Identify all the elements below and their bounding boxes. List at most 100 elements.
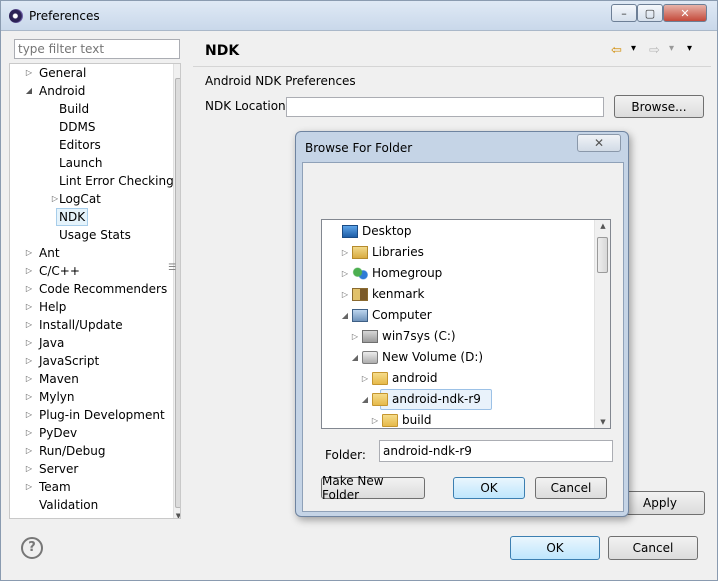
home-icon xyxy=(352,267,368,280)
eclipse-app-icon xyxy=(9,9,23,23)
expanded-arrow-icon[interactable]: ◢ xyxy=(340,305,350,326)
tree-item-label: Validation xyxy=(39,498,99,512)
scroll-up-arrow-icon[interactable]: ▲ xyxy=(595,222,610,230)
collapsed-arrow-icon[interactable]: ▷ xyxy=(360,368,370,389)
libs-icon xyxy=(352,246,368,259)
help-icon[interactable]: ? xyxy=(21,537,43,559)
tree-item-label: JavaScript xyxy=(39,354,100,368)
collapsed-arrow-icon[interactable]: ▷ xyxy=(24,64,34,82)
expanded-arrow-icon[interactable]: ◢ xyxy=(360,389,370,410)
back-dropdown-icon[interactable]: ▾ xyxy=(631,43,636,54)
splitter-grip-icon[interactable]: ☰ xyxy=(168,263,176,273)
tree-item-label: Ant xyxy=(39,246,60,260)
drive-icon xyxy=(362,351,378,364)
collapsed-arrow-icon[interactable]: ▷ xyxy=(24,244,34,262)
collapsed-arrow-icon[interactable]: ▷ xyxy=(24,478,34,496)
expanded-arrow-icon[interactable]: ◢ xyxy=(24,82,34,100)
collapsed-arrow-icon[interactable]: ▷ xyxy=(24,388,34,406)
folder-tree-scrollbar[interactable]: ▲ ▼ xyxy=(594,220,610,428)
tree-item-label: DDMS xyxy=(59,120,96,134)
folder-item-new-volume-d[interactable]: ◢ New Volume (D:) xyxy=(322,347,594,368)
dialog-cancel-button[interactable]: Cancel xyxy=(535,477,607,499)
make-new-folder-button[interactable]: Make New Folder xyxy=(321,474,425,502)
tree-item-label: NDK xyxy=(56,208,89,226)
collapsed-arrow-icon[interactable]: ▷ xyxy=(24,316,34,334)
browse-button[interactable]: Browse... xyxy=(614,95,704,118)
folder-scrollbar-thumb[interactable] xyxy=(597,237,608,273)
folder-item-desktop[interactable]: Desktop xyxy=(322,221,594,242)
folder-item-android-ndk-r9[interactable]: ◢ android-ndk-r9 xyxy=(322,389,594,410)
window-title: Preferences xyxy=(29,9,100,23)
ok-button[interactable]: OK xyxy=(510,536,600,560)
collapsed-arrow-icon[interactable]: ▷ xyxy=(24,334,34,352)
tree-item-label: General xyxy=(39,66,87,80)
tree-item-label: C/C++ xyxy=(39,264,80,278)
tree-item-label: Code Recommenders xyxy=(39,282,168,296)
tree-item-label: Maven xyxy=(39,372,79,386)
folder-input[interactable]: android-ndk-r9 xyxy=(379,440,613,462)
title-bar[interactable]: Preferences – ▢ ✕ xyxy=(1,1,717,31)
scroll-down-arrow-icon[interactable]: ▼ xyxy=(595,418,610,426)
tree-item-label: Editors xyxy=(59,138,101,152)
ndk-location-label: NDK Location xyxy=(205,99,286,113)
collapsed-arrow-icon[interactable]: ▷ xyxy=(24,298,34,316)
folder-item-kenmark[interactable]: ▷ kenmark xyxy=(322,284,594,305)
collapsed-arrow-icon[interactable]: ▷ xyxy=(24,460,34,478)
view-menu-icon[interactable]: ▾ xyxy=(687,43,692,54)
folder-item-win7sys-c[interactable]: ▷ win7sys (C:) xyxy=(322,326,594,347)
forward-dropdown-icon[interactable]: ▾ xyxy=(669,43,674,54)
folder-icon xyxy=(372,372,388,385)
collapsed-arrow-icon[interactable]: ▷ xyxy=(350,326,360,347)
collapsed-arrow-icon[interactable]: ▷ xyxy=(24,262,34,280)
tree-item-label: PyDev xyxy=(39,426,78,440)
filter-input[interactable] xyxy=(14,39,180,59)
dialog-ok-button[interactable]: OK xyxy=(453,477,525,499)
ndk-location-input[interactable] xyxy=(286,97,604,117)
collapsed-arrow-icon[interactable]: ▷ xyxy=(340,242,350,263)
page-title: NDK xyxy=(205,43,240,59)
collapsed-arrow-icon[interactable]: ▷ xyxy=(24,442,34,460)
collapsed-arrow-icon[interactable]: ▷ xyxy=(24,370,34,388)
minimize-button[interactable]: – xyxy=(611,4,637,22)
collapsed-arrow-icon[interactable]: ▷ xyxy=(340,284,350,305)
tree-scrollbar[interactable]: ▼ xyxy=(173,64,180,518)
desktop-icon xyxy=(342,225,358,238)
close-button[interactable]: ✕ xyxy=(663,4,707,22)
collapsed-arrow-icon[interactable]: ▷ xyxy=(340,263,350,284)
folder-item-libraries[interactable]: ▷ Libraries xyxy=(322,242,594,263)
user-icon xyxy=(352,288,368,301)
collapsed-arrow-icon[interactable]: ▷ xyxy=(24,406,34,424)
folder-icon xyxy=(372,393,388,406)
collapsed-arrow-icon[interactable]: ▷ xyxy=(24,352,34,370)
folder-item-label: win7sys (C:) xyxy=(382,329,456,343)
folder-item-label: kenmark xyxy=(372,287,425,301)
tree-scrollbar-thumb[interactable] xyxy=(175,78,180,508)
folder-item-label: android-ndk-r9 xyxy=(392,392,481,406)
dialog-body: Desktop ▷ Libraries ▷ Homegroup ▷ kenmark ◢ Comp… xyxy=(302,162,624,512)
page-header: NDK ⇦ ▾ ⇨ ▾ ▾ xyxy=(193,37,711,67)
tree-item-label: LogCat xyxy=(59,192,101,206)
section-label: Android NDK Preferences xyxy=(205,74,356,88)
folder-item-android[interactable]: ▷ android xyxy=(322,368,594,389)
browse-for-folder-dialog: Browse For Folder ✕ Desktop ▷ Libraries ▷ Ho… xyxy=(295,131,629,517)
maximize-button[interactable]: ▢ xyxy=(637,4,663,22)
preference-tree: ▷ General ◢ Android Build DDMS Editors Launch Li… xyxy=(9,63,181,519)
tree-item-label: Server xyxy=(39,462,79,476)
scroll-down-arrow-icon[interactable]: ▼ xyxy=(174,512,180,518)
folder-item-label: Computer xyxy=(372,308,432,322)
tree-item-label: Build xyxy=(59,102,90,116)
folder-item-homegroup[interactable]: ▷ Homegroup xyxy=(322,263,594,284)
drive-os-icon xyxy=(362,330,378,343)
cancel-button[interactable]: Cancel xyxy=(608,536,698,560)
tree-item-label: Mylyn xyxy=(39,390,75,404)
folder-item-computer[interactable]: ◢ Computer xyxy=(322,305,594,326)
tree-item-label: Android xyxy=(39,84,86,98)
collapsed-arrow-icon[interactable]: ▷ xyxy=(24,280,34,298)
dialog-close-button[interactable]: ✕ xyxy=(577,134,621,152)
folder-item-build[interactable]: ▷ build xyxy=(322,410,594,428)
expanded-arrow-icon[interactable]: ◢ xyxy=(350,347,360,368)
collapsed-arrow-icon[interactable]: ▷ xyxy=(370,410,380,428)
forward-arrow-icon[interactable]: ⇨ xyxy=(649,43,660,58)
back-arrow-icon[interactable]: ⇦ xyxy=(611,43,622,58)
collapsed-arrow-icon[interactable]: ▷ xyxy=(24,424,34,442)
